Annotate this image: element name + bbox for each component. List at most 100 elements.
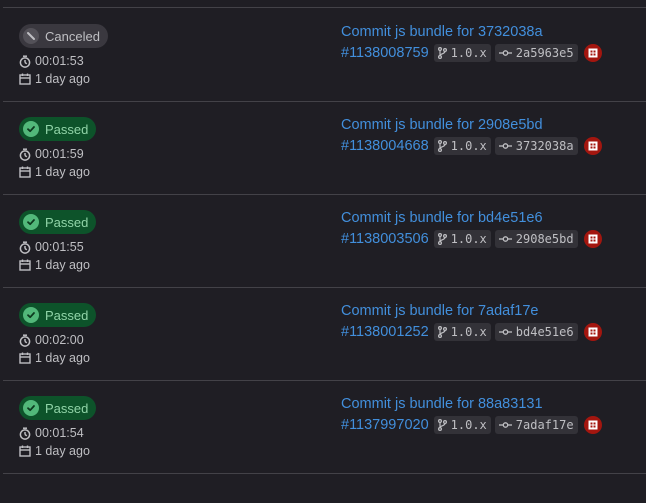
commit-sha-text: 2a5963e5 bbox=[515, 46, 574, 60]
finished-text: 1 day ago bbox=[35, 258, 90, 272]
duration-text: 00:01:53 bbox=[35, 54, 84, 68]
duration: 00:01:53 bbox=[19, 53, 108, 69]
pipeline-id-link[interactable]: #1138001252 bbox=[341, 324, 429, 340]
branch-ref[interactable]: 1.0.x bbox=[433, 230, 491, 248]
finished-text: 1 day ago bbox=[35, 72, 90, 86]
check-circle-icon bbox=[23, 121, 39, 137]
pipeline-info-cell: Commit js bundle for 3732038a #113800875… bbox=[341, 23, 602, 62]
commit-sha[interactable]: 2908e5bd bbox=[494, 230, 578, 248]
pipeline-status-cell: Canceled 00:01:53 1 day ago bbox=[19, 24, 108, 87]
timer-icon bbox=[19, 147, 31, 161]
commit-title-link[interactable]: Commit js bundle for 2908e5bd bbox=[341, 116, 602, 134]
branch-name: 1.0.x bbox=[450, 46, 487, 60]
pipeline-info-cell: Commit js bundle for 88a83131 #113799702… bbox=[341, 395, 602, 434]
duration-text: 00:01:55 bbox=[35, 240, 84, 254]
pipeline-row: Passed 00:02:00 1 day ago Commit js bund… bbox=[3, 287, 646, 381]
pipeline-status-cell: Passed 00:01:59 1 day ago bbox=[19, 117, 97, 180]
pipeline-row: Passed 00:01:59 1 day ago Commit js bund… bbox=[3, 101, 646, 195]
check-circle-icon bbox=[23, 307, 39, 323]
pipeline-row: Canceled 00:01:53 1 day ago Commit js bu… bbox=[3, 8, 646, 102]
finished-time: 1 day ago bbox=[19, 71, 108, 87]
branch-icon bbox=[437, 233, 447, 245]
status-label: Passed bbox=[45, 400, 89, 416]
pipeline-status-cell: Passed 00:02:00 1 day ago bbox=[19, 303, 97, 366]
duration-text: 00:01:59 bbox=[35, 147, 84, 161]
pipeline-id-link[interactable]: #1138003506 bbox=[341, 231, 429, 247]
duration-text: 00:02:00 bbox=[35, 333, 84, 347]
user-avatar-icon[interactable] bbox=[583, 44, 602, 62]
calendar-icon bbox=[19, 166, 31, 178]
branch-icon bbox=[437, 326, 447, 338]
status-badge[interactable]: Passed bbox=[19, 396, 97, 420]
duration: 00:01:54 bbox=[19, 425, 96, 441]
status-badge[interactable]: Passed bbox=[19, 303, 97, 327]
calendar-icon bbox=[19, 445, 31, 457]
duration: 00:01:55 bbox=[19, 239, 96, 255]
pipeline-status-cell: Passed 00:01:55 1 day ago bbox=[19, 210, 97, 273]
commit-title-link[interactable]: Commit js bundle for 3732038a bbox=[341, 23, 602, 41]
pipeline-row: Passed 00:01:55 1 day ago Commit js bund… bbox=[3, 194, 646, 288]
finished-time: 1 day ago bbox=[19, 350, 96, 366]
branch-ref[interactable]: 1.0.x bbox=[433, 416, 491, 434]
check-circle-icon bbox=[23, 214, 39, 230]
calendar-icon bbox=[19, 352, 31, 364]
branch-name: 1.0.x bbox=[450, 232, 487, 246]
status-badge[interactable]: Passed bbox=[19, 210, 97, 234]
commit-sha-text: 3732038a bbox=[515, 139, 574, 153]
user-avatar-icon[interactable] bbox=[583, 323, 602, 341]
user-avatar-icon[interactable] bbox=[583, 416, 602, 434]
branch-icon bbox=[437, 47, 447, 59]
commit-sha-text: bd4e51e6 bbox=[515, 325, 574, 339]
commit-sha[interactable]: bd4e51e6 bbox=[494, 323, 578, 341]
commit-title-link[interactable]: Commit js bundle for 7adaf17e bbox=[341, 302, 602, 320]
timer-icon bbox=[19, 333, 31, 347]
user-avatar-icon[interactable] bbox=[583, 137, 602, 155]
commit-sha-text: 2908e5bd bbox=[515, 232, 574, 246]
branch-name: 1.0.x bbox=[450, 325, 487, 339]
status-label: Passed bbox=[45, 214, 89, 230]
commit-icon bbox=[498, 329, 512, 335]
commit-icon bbox=[498, 143, 512, 149]
pipeline-id-link[interactable]: #1138004668 bbox=[341, 138, 429, 154]
finished-time: 1 day ago bbox=[19, 257, 96, 273]
finished-text: 1 day ago bbox=[35, 351, 90, 365]
calendar-icon bbox=[19, 259, 31, 271]
commit-icon bbox=[498, 236, 512, 242]
pipeline-info-cell: Commit js bundle for 2908e5bd #113800466… bbox=[341, 116, 602, 155]
status-badge[interactable]: Canceled bbox=[19, 24, 108, 48]
user-avatar-icon[interactable] bbox=[583, 230, 602, 248]
pipeline-info-cell: Commit js bundle for bd4e51e6 #113800350… bbox=[341, 209, 602, 248]
duration: 00:02:00 bbox=[19, 332, 96, 348]
commit-title-link[interactable]: Commit js bundle for 88a83131 bbox=[341, 395, 602, 413]
status-label: Canceled bbox=[45, 28, 100, 44]
duration: 00:01:59 bbox=[19, 146, 96, 162]
branch-name: 1.0.x bbox=[450, 139, 487, 153]
commit-title-link[interactable]: Commit js bundle for bd4e51e6 bbox=[341, 209, 602, 227]
branch-ref[interactable]: 1.0.x bbox=[433, 44, 491, 62]
commit-icon bbox=[498, 50, 512, 56]
check-circle-icon bbox=[23, 400, 39, 416]
status-label: Passed bbox=[45, 121, 89, 137]
commit-sha[interactable]: 2a5963e5 bbox=[494, 44, 578, 62]
duration-text: 00:01:54 bbox=[35, 426, 84, 440]
branch-icon bbox=[437, 419, 447, 431]
status-label: Passed bbox=[45, 307, 89, 323]
branch-icon bbox=[437, 140, 447, 152]
finished-text: 1 day ago bbox=[35, 165, 90, 179]
branch-ref[interactable]: 1.0.x bbox=[433, 137, 491, 155]
calendar-icon bbox=[19, 73, 31, 85]
canceled-icon bbox=[23, 28, 39, 44]
commit-sha[interactable]: 3732038a bbox=[494, 137, 578, 155]
branch-name: 1.0.x bbox=[450, 418, 487, 432]
commit-sha-text: 7adaf17e bbox=[515, 418, 574, 432]
pipeline-id-link[interactable]: #1137997020 bbox=[341, 417, 429, 433]
timer-icon bbox=[19, 426, 31, 440]
pipeline-id-link[interactable]: #1138008759 bbox=[341, 45, 429, 61]
pipeline-row: Passed 00:01:54 1 day ago Commit js bund… bbox=[3, 380, 646, 474]
timer-icon bbox=[19, 54, 31, 68]
finished-time: 1 day ago bbox=[19, 443, 96, 459]
status-badge[interactable]: Passed bbox=[19, 117, 97, 141]
commit-sha[interactable]: 7adaf17e bbox=[494, 416, 578, 434]
branch-ref[interactable]: 1.0.x bbox=[433, 323, 491, 341]
finished-text: 1 day ago bbox=[35, 444, 90, 458]
